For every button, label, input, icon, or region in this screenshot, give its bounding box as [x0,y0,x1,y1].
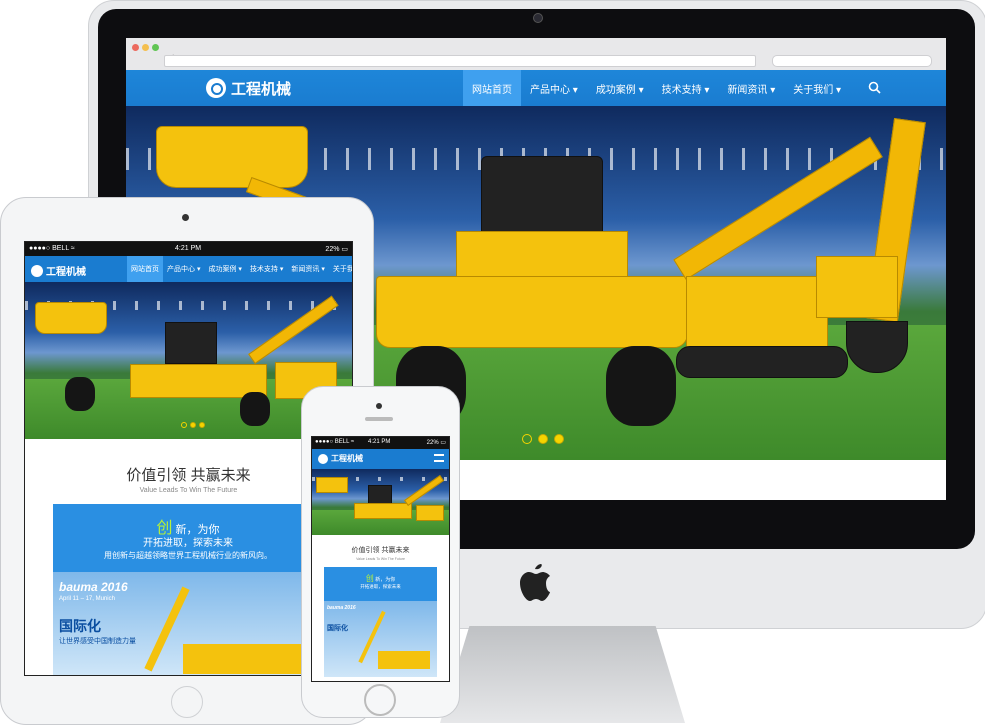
ipad-camera [182,214,189,221]
nav-item-support[interactable]: 技术支持 ▾ [246,256,287,282]
tablet-nav: 网站首页 产品中心 ▾ 成功案例 ▾ 技术支持 ▾ 新闻资讯 ▾ 关于我们 ▾ [127,256,352,282]
phone-screen: ●●●●○ BELL ≈ 4:21 PM 22% ▭ 工程机械 价值引领 共赢未… [311,436,450,682]
loader-wheel-right [606,346,676,426]
logo-drop-icon [31,264,43,277]
nav-item-home[interactable]: 网站首页 [127,256,163,282]
nav-item-cases[interactable]: 成功案例 ▾ [587,70,653,106]
browser-chrome: + [126,38,946,71]
promo-banner[interactable]: 创 新，为你 开拓进取，探索未来 bauma 2016 国际化 [324,567,437,677]
intl-subtitle: 让世界感受中国制造力量 [59,638,136,645]
nav-item-about[interactable]: 关于我们 ▾ [784,70,850,106]
carousel-dot[interactable] [190,422,196,428]
nav-item-products[interactable]: 产品中心 ▾ [521,70,587,106]
loader-bucket-left [35,302,107,334]
carousel-dot[interactable] [522,434,532,444]
logo-text: 工程机械 [46,267,86,278]
site-logo[interactable]: 工程机械 [206,78,291,98]
search-icon[interactable] [868,81,881,94]
loader-cab [165,322,217,364]
loader-bucket-center [376,276,688,348]
nav-item-products[interactable]: 产品中心 ▾ [163,256,204,282]
imac-camera [533,13,543,23]
intl-title: 国际化 [59,618,101,634]
intl-title: 国际化 [327,625,348,632]
carousel-indicators [181,422,205,428]
loader-bucket-center [354,503,412,519]
promo-line2: 开拓进取，探索未来 [360,584,401,589]
apple-logo-icon [520,564,550,601]
main-nav: 网站首页 产品中心 ▾ 成功案例 ▾ 技术支持 ▾ 新闻资讯 ▾ 关于我们 ▾ [463,70,850,106]
nav-item-home[interactable]: 网站首页 [463,70,521,106]
phone-logo[interactable]: 工程机械 [318,453,363,464]
browser-search-bar[interactable] [772,55,932,67]
nav-item-about[interactable]: 关于我们 ▾ [329,256,352,282]
tablet-logo[interactable]: 工程机械 [31,263,86,278]
battery-label: 22% ▭ [325,246,348,253]
menu-icon[interactable] [434,454,444,462]
promo-banner[interactable]: 创 新，为你 开拓进取，探索未来 用创新与超越领略世界工程机械行业的新风向。 b… [53,504,323,675]
phone-hero-banner[interactable] [312,469,449,535]
carousel-dot[interactable] [199,422,205,428]
iphone-home-button[interactable] [364,684,396,716]
carrier-label: ●●●●○ BELL ≈ [29,245,75,252]
slogan-title: 价值引领 共赢未来 [351,547,410,554]
excavator-body-2 [816,256,898,318]
slogan-subtitle: Value Leads To Win The Future [356,557,405,561]
excavator-body [416,505,444,521]
promo-line1: 新，为你 [375,577,396,583]
loader-bucket-left [156,126,308,188]
nav-item-news[interactable]: 新闻资讯 ▾ [287,256,328,282]
carousel-dot[interactable] [181,422,187,428]
iphone-speaker [365,417,393,421]
imac-stand [440,626,685,723]
logo-text: 工程机械 [231,80,292,98]
site-header: 工程机械 网站首页 产品中心 ▾ 成功案例 ▾ 技术支持 ▾ 新闻资讯 ▾ 关于… [126,70,946,106]
promo-line2: 开拓进取，探索未来 [143,538,233,549]
logo-drop-icon [206,78,226,98]
excavator-body-1 [686,276,828,348]
carousel-indicators [522,434,564,444]
battery-label: 22% ▭ [426,440,446,446]
clock-label: 4:21 PM [175,245,202,252]
loader-wheel-right [240,392,270,426]
ipad-home-button[interactable] [171,686,203,718]
crane-body [183,644,303,674]
clock-label: 4:21 PM [368,439,391,445]
logo-text: 工程机械 [331,454,363,463]
loader-cab [368,485,392,505]
minimize-dot-icon[interactable] [142,44,149,51]
promo-char: 创 [365,574,374,583]
address-bar[interactable] [164,55,756,67]
nav-item-support[interactable]: 技术支持 ▾ [653,70,719,106]
nav-item-cases[interactable]: 成功案例 ▾ [204,256,245,282]
loader-cab [481,156,603,243]
close-dot-icon[interactable] [132,44,139,51]
nav-item-news[interactable]: 新闻资讯 ▾ [718,70,784,106]
status-bar: ●●●●○ BELL ≈ 4:21 PM 22% ▭ [312,437,449,449]
maximize-dot-icon[interactable] [152,44,159,51]
phone-header: 工程机械 [312,449,449,469]
crane-body [378,651,430,669]
iphone-camera [376,403,382,409]
loader-bucket-left [316,477,348,493]
carousel-dot[interactable] [538,434,548,444]
bauma-date: April 11 – 17, Munich [59,596,115,602]
status-bar: ●●●●○ BELL ≈ 4:21 PM 22% ▭ [25,242,352,256]
carousel-dot[interactable] [554,434,564,444]
loader-wheel-left [65,377,95,411]
tablet-header: 工程机械 网站首页 产品中心 ▾ 成功案例 ▾ 技术支持 ▾ 新闻资讯 ▾ 关于… [25,256,352,282]
promo-headline: 创 新，为你 [324,573,437,584]
bauma-label: bauma 2016 [327,605,356,611]
carrier-label: ●●●●○ BELL ≈ [315,439,355,445]
bauma-label: bauma 2016 [59,580,128,594]
promo-line3: 用创新与超越领略世界工程机械行业的新风向。 [104,551,272,560]
logo-drop-icon [318,453,328,464]
excavator-track-1 [676,346,848,378]
